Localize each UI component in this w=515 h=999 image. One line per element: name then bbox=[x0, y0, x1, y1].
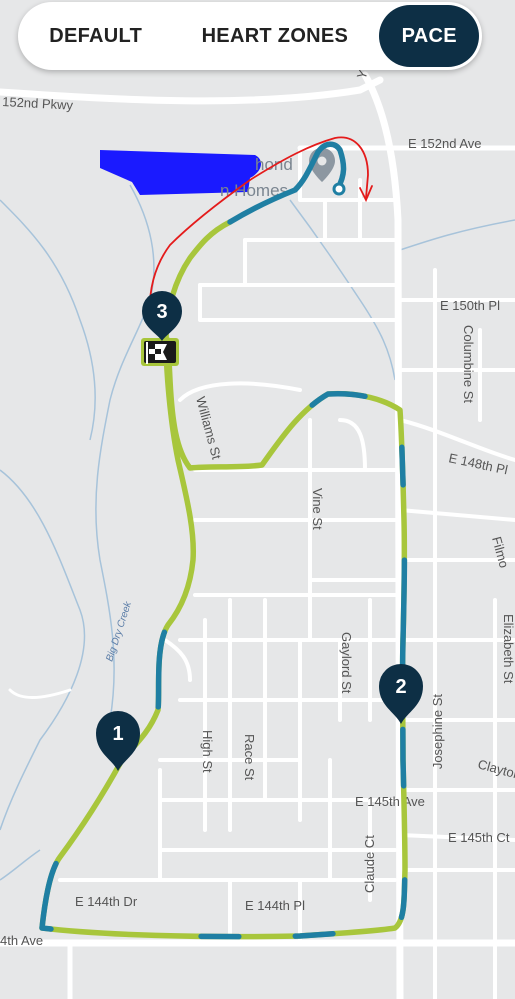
street-label: Vine St bbox=[310, 488, 325, 530]
finish-flag-icon bbox=[141, 338, 179, 366]
map-mode-segmented-control: DEFAULT HEART ZONES PACE bbox=[18, 2, 482, 70]
street-label: Columbine St bbox=[461, 325, 476, 403]
tab-heart-zones[interactable]: HEART ZONES bbox=[170, 5, 379, 67]
route-map[interactable]: hond n Homes 152nd Pkwy Y E 152nd Ave E … bbox=[0, 0, 515, 999]
lap-marker-label: 2 bbox=[395, 676, 406, 698]
tab-pace[interactable]: PACE bbox=[379, 5, 479, 67]
street-label: E 150th Pl bbox=[440, 298, 500, 313]
street-label: High St bbox=[200, 730, 215, 773]
street-label: Josephine St bbox=[430, 694, 445, 770]
street-label: E 145th Ave bbox=[355, 794, 425, 809]
street-label: E 152nd Ave bbox=[408, 136, 482, 151]
street-label: E 144th Dr bbox=[75, 894, 138, 909]
street-label: E 144th Pl bbox=[245, 898, 305, 913]
street-label: Claude Ct bbox=[362, 835, 377, 893]
lap-marker-label: 3 bbox=[156, 301, 167, 323]
lap-marker-label: 1 bbox=[112, 723, 123, 745]
street-label: E 145th Ct bbox=[448, 830, 510, 845]
street-label: Elizabeth St bbox=[501, 614, 515, 684]
tab-default[interactable]: DEFAULT bbox=[21, 5, 170, 67]
street-label: Race St bbox=[242, 734, 257, 781]
street-label: 4th Ave bbox=[0, 933, 43, 948]
street-label: Gaylord St bbox=[339, 632, 354, 694]
route-end-dot bbox=[332, 182, 346, 196]
